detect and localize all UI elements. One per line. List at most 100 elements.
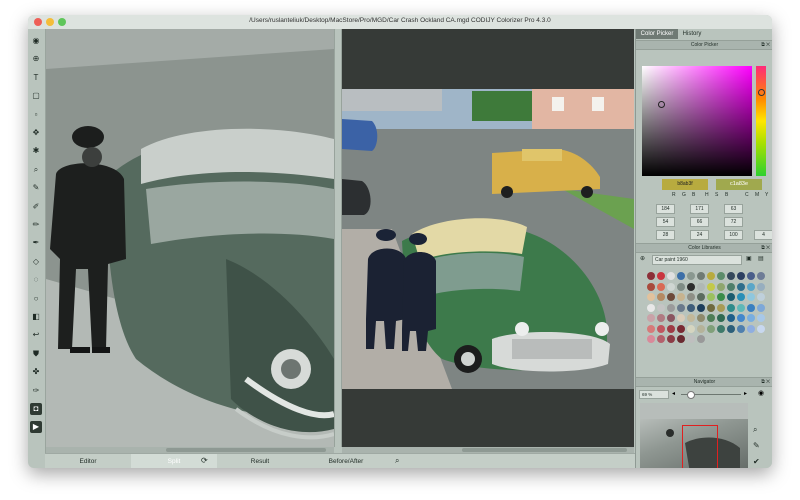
palette-swatch[interactable] [707,303,715,312]
palette-swatch[interactable] [657,272,665,280]
palette-swatch[interactable] [737,293,745,301]
palette-swatch[interactable] [717,314,725,322]
palette-swatch[interactable] [697,293,705,301]
channel-value-field[interactable]: 184 [656,204,675,214]
faint-tool-icon[interactable]: ▫ [30,109,42,121]
palette-swatch[interactable] [707,272,715,280]
frame-icon[interactable]: ▢ [30,90,42,102]
tab-history[interactable]: History [678,29,706,39]
palette-swatch[interactable] [707,314,715,322]
channel-value-field[interactable]: 72 [724,217,743,227]
pencil-icon[interactable]: ✏ [30,219,42,231]
tab-color-picker[interactable]: Color Picker [636,29,678,39]
original-image-view[interactable] [46,29,334,447]
saturation-brightness-picker[interactable] [642,66,752,176]
bucket-icon[interactable]: ⛊ [30,348,42,360]
library-new-icon[interactable]: ▣ [746,255,752,262]
palette-swatch[interactable] [697,282,705,291]
palette-swatch[interactable] [717,324,725,333]
palette-swatch[interactable] [717,293,725,301]
palette-swatch[interactable] [747,272,755,280]
palette-swatch[interactable] [727,303,735,312]
palette-swatch[interactable] [647,335,655,343]
palette-swatch[interactable] [657,303,665,312]
palette-swatch[interactable] [677,314,685,322]
navigator-checkmark-icon[interactable]: ✔ [753,457,760,466]
palette-swatch[interactable] [667,324,675,333]
alternate-color-tab[interactable]: c1a83e [716,179,762,190]
library-menu-icon[interactable]: ▤ [758,255,764,262]
palette-swatch[interactable] [657,293,665,301]
text-tool-icon[interactable]: T [30,72,42,84]
palette-swatch[interactable] [647,303,655,312]
palette-swatch[interactable] [647,282,655,291]
palette-swatch[interactable] [727,314,735,322]
palette-swatch[interactable] [697,303,705,312]
palette-swatch[interactable] [737,282,745,291]
undo-icon[interactable]: ↩ [30,329,42,341]
target-icon[interactable]: ⊕ [30,53,42,65]
palette-swatch[interactable] [667,293,675,301]
eraser-icon[interactable]: ◇ [30,256,42,268]
palette-swatch[interactable] [677,303,685,312]
libraries-float-close-icon[interactable]: ⧉ ✕ [761,244,770,252]
palette-swatch[interactable] [647,293,655,301]
channel-value-field[interactable]: 63 [724,204,743,214]
navigator-compare-icon[interactable]: ⌕ [753,425,757,435]
channel-value-field[interactable]: 100 [724,230,743,240]
palette-swatch[interactable] [647,272,655,280]
picker-cursor[interactable] [658,101,665,108]
palette-swatch[interactable] [757,282,765,291]
hue-slider[interactable] [756,66,766,176]
tab-result[interactable]: Result [217,454,303,468]
palette-swatch[interactable] [687,314,695,322]
palette-swatch[interactable] [717,303,725,312]
palette-swatch[interactable] [657,324,665,333]
palette-swatch[interactable] [687,303,695,312]
right-scroll-thumb[interactable] [462,448,627,452]
brush-icon[interactable]: ✒ [30,237,42,249]
compare-icon[interactable]: ⌕ [395,456,399,466]
palette-swatch[interactable] [677,293,685,301]
faint-circle-icon[interactable]: ○ [30,293,42,305]
zoom-icon[interactable]: ⌕ [30,164,42,176]
zoom-slider[interactable] [681,391,741,399]
tab-before-after[interactable]: Before/After [303,454,389,468]
palette-swatch[interactable] [707,324,715,333]
palette-swatch[interactable] [747,324,755,333]
split-divider[interactable] [334,29,342,447]
palette-swatch[interactable] [727,324,735,333]
palette-swatch[interactable] [717,282,725,291]
palette-swatch[interactable] [667,282,675,291]
navigator-float-close-icon[interactable]: ⧉ ✕ [761,378,770,386]
stamp-icon[interactable]: ✤ [30,366,42,378]
palette-swatch[interactable] [667,303,675,312]
zoom-out-icon[interactable]: ◂ [672,390,675,397]
palette-swatch[interactable] [697,314,705,322]
fill-icon[interactable]: ◧ [30,311,42,323]
hue-cursor[interactable] [758,89,765,96]
tab-editor[interactable]: Editor [45,454,131,468]
channel-value-field[interactable]: 66 [690,217,709,227]
lasso-icon[interactable]: ◌ [30,274,42,286]
palette-swatch[interactable] [677,282,685,291]
palette-swatch[interactable] [657,282,665,291]
navigator-viewport-rect[interactable] [682,425,718,468]
palette-swatch[interactable] [757,303,765,312]
palette-swatch[interactable] [657,314,665,322]
zoom-select[interactable]: 69 % [639,390,669,399]
palette-swatch[interactable] [677,335,685,343]
channel-value-field[interactable]: 24 [690,230,709,240]
palette-swatch[interactable] [747,303,755,312]
palette-swatch[interactable] [757,314,765,322]
palette-swatch[interactable] [677,324,685,333]
navigator-thumbnail[interactable] [640,403,748,468]
palette-swatch[interactable] [647,324,655,333]
current-color-swatch[interactable]: b8ab3f [662,179,708,190]
palette-swatch[interactable] [687,335,695,343]
channel-value-field[interactable]: 171 [690,204,709,214]
palette-swatch[interactable] [727,272,735,280]
palette-swatch[interactable] [717,272,725,280]
palette-swatch[interactable] [727,293,735,301]
palette-swatch[interactable] [757,324,765,333]
